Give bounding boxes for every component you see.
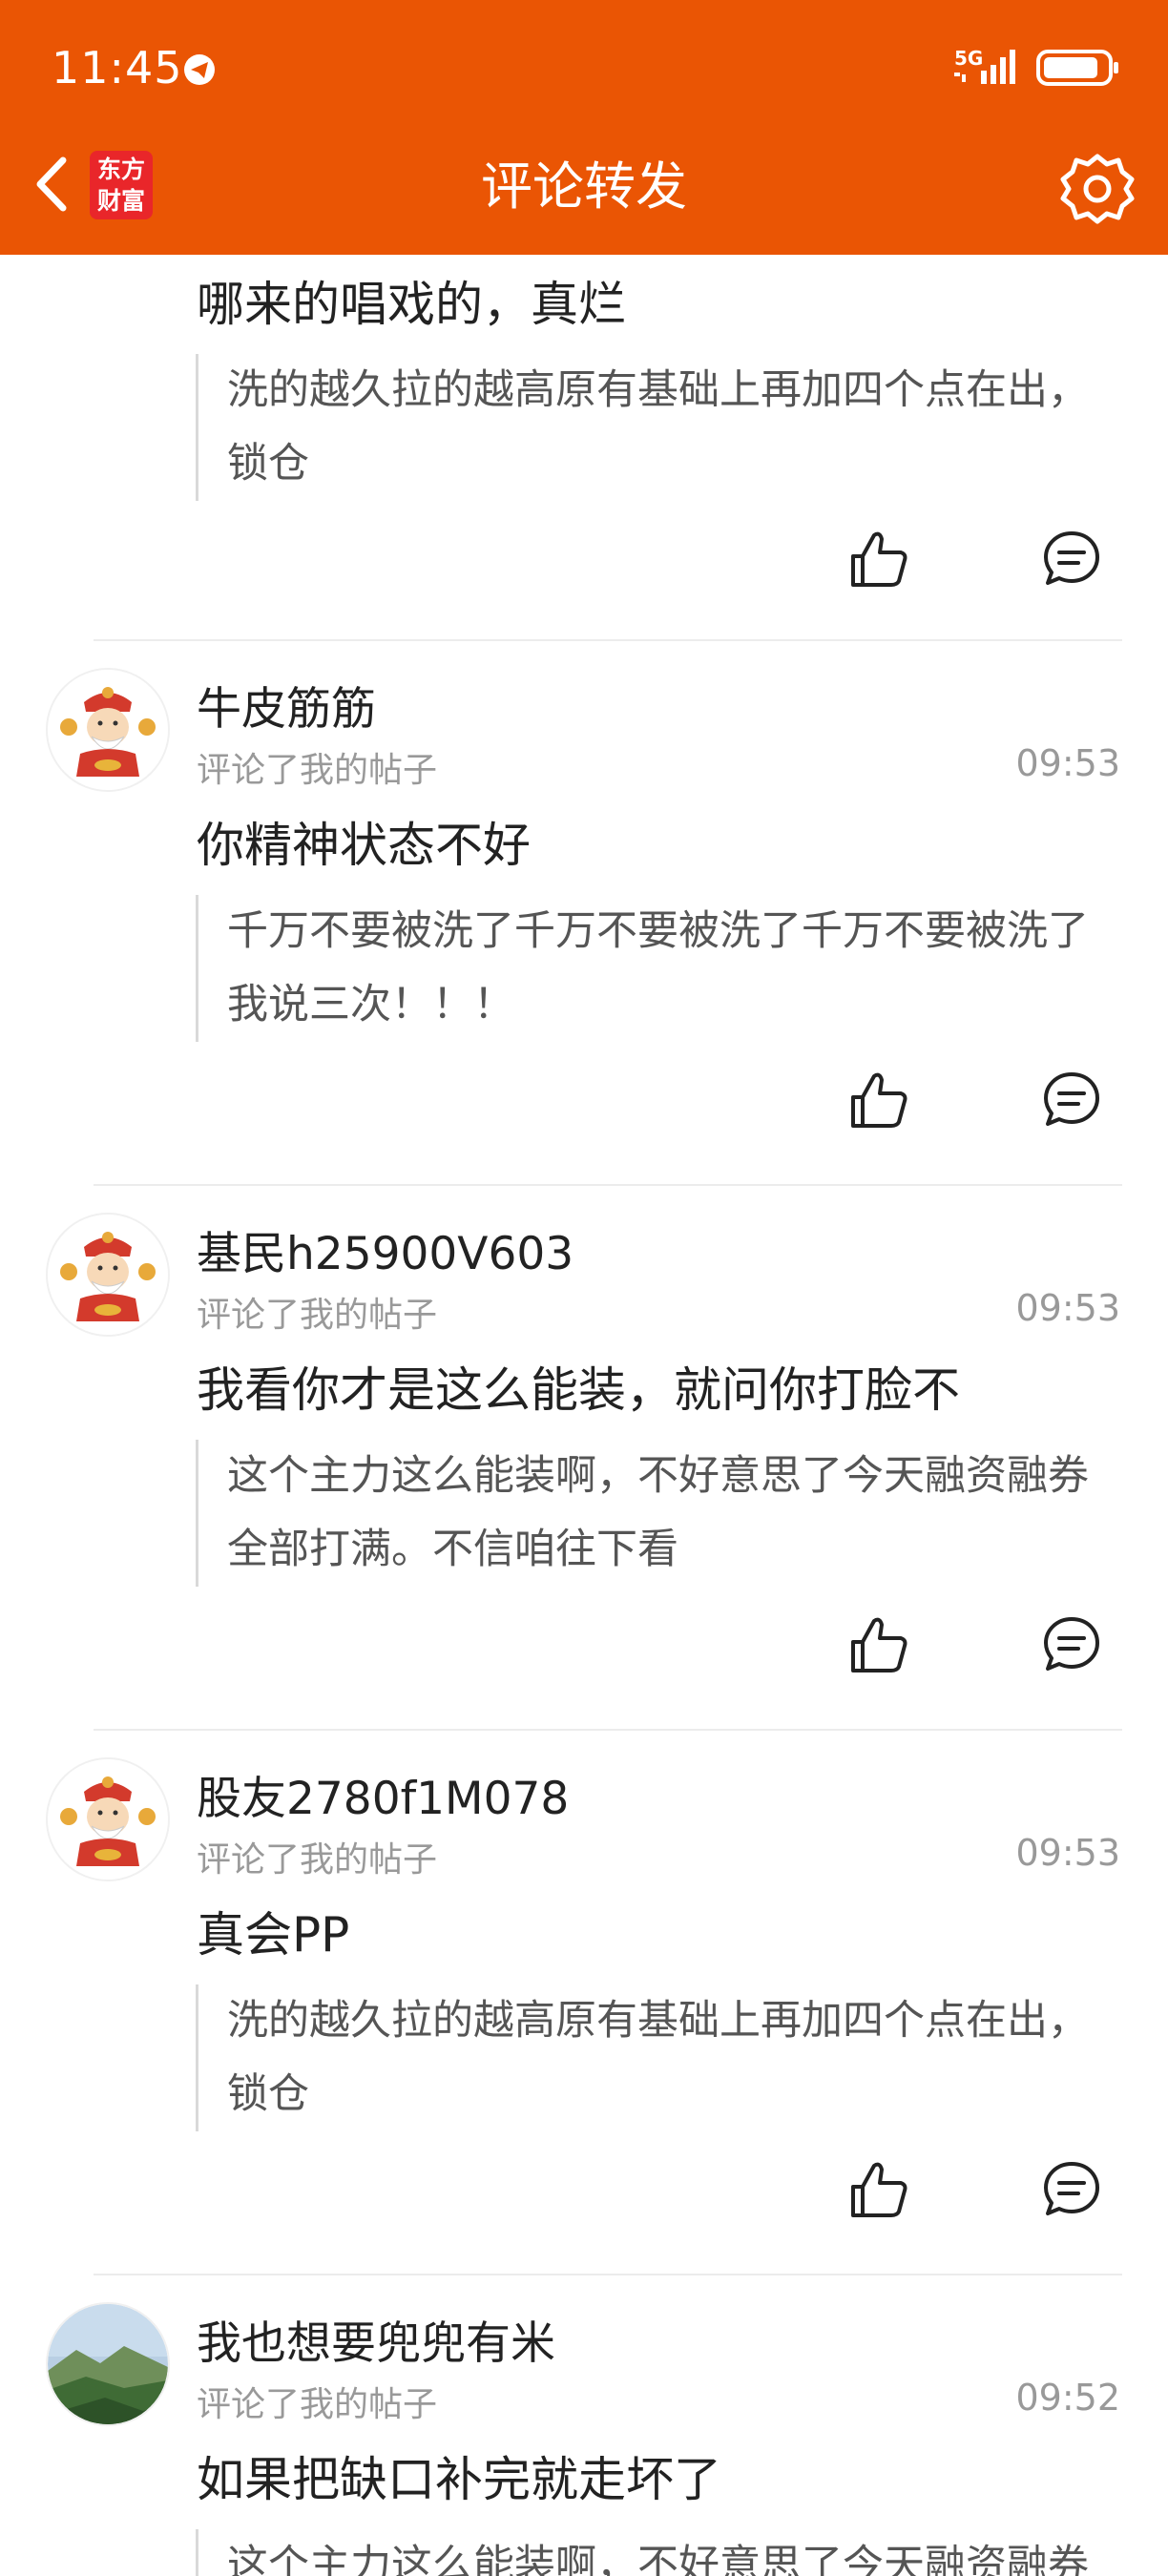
quoted-post[interactable]: 洗的越久拉的越高原有基础上再加四个点在出，锁仓	[196, 1984, 1102, 2131]
comment-time: 09:53	[1015, 1832, 1120, 1874]
fortune-god-avatar-icon	[48, 1759, 168, 1880]
top-bar: 11:45 5G 东方 财富 评论转发	[0, 0, 1168, 255]
comment-reply-text: 我看你才是这么能装，就问你打脸不	[197, 1362, 960, 1418]
username[interactable]: 牛皮筋筋	[197, 672, 376, 737]
landscape-avatar-icon	[48, 2304, 168, 2424]
signal-bar-2	[991, 65, 996, 84]
status-indicators: 5G	[954, 47, 1118, 86]
divider	[94, 1184, 1122, 1186]
username[interactable]: 我也想要兜兜有米	[197, 2306, 555, 2372]
divider	[94, 639, 1122, 641]
status-time: 11:45	[52, 42, 183, 93]
gear-icon[interactable]	[1059, 151, 1136, 227]
comment-bubble-icon[interactable]	[1040, 1069, 1103, 1132]
telegram-icon	[184, 54, 215, 85]
comment-item[interactable]: 股友2780f1M078 评论了我的帖子 09:53 真会PP 洗的越久拉的越高…	[0, 1757, 1168, 2273]
quoted-post[interactable]: 千万不要被洗了千万不要被洗了千万不要被洗了我说三次！！！	[196, 895, 1102, 1042]
avatar[interactable]	[46, 1757, 170, 1881]
fortune-god-avatar-icon	[48, 670, 168, 790]
signal-bar-4	[1010, 50, 1015, 84]
comment-item[interactable]: 牛皮筋筋 评论了我的帖子 09:53 你精神状态不好 千万不要被洗了千万不要被洗…	[0, 668, 1168, 1183]
avatar[interactable]	[46, 1213, 170, 1337]
comment-time: 09:53	[1015, 742, 1120, 784]
comment-action: 评论了我的帖子	[197, 2385, 438, 2424]
username[interactable]: 基民h25900V603	[197, 1216, 574, 1282]
comment-item[interactable]: 基民h25900V603 评论了我的帖子 09:53 我看你才是这么能装，就问你…	[0, 1213, 1168, 1728]
comment-action: 评论了我的帖子	[197, 751, 438, 790]
thumbs-up-icon[interactable]	[847, 1069, 910, 1132]
comment-time: 09:53	[1015, 1287, 1120, 1329]
fortune-god-avatar-icon	[48, 1215, 168, 1335]
avatar[interactable]	[46, 2302, 170, 2426]
avatar[interactable]	[46, 668, 170, 792]
comment-item[interactable]: 我也想要兜兜有米 评论了我的帖子 09:52 如果把缺口补完就走坏了 这个主力这…	[0, 2302, 1168, 2576]
thumbs-up-icon[interactable]	[847, 528, 910, 591]
comment-feed[interactable]: 哪来的唱戏的，真烂 洗的越久拉的越高原有基础上再加四个点在出，锁仓 牛皮筋筋 评…	[0, 255, 1168, 2576]
comment-reply-text: 你精神状态不好	[197, 818, 531, 873]
signal-bar-3	[1000, 57, 1006, 84]
username[interactable]: 股友2780f1M078	[197, 1761, 569, 1827]
quoted-post[interactable]: 这个主力这么能装啊，不好意思了今天融资融券全部打满。不信咱往下看	[196, 2529, 1102, 2576]
comment-bubble-icon[interactable]	[1040, 528, 1103, 591]
comment-item[interactable]: 哪来的唱戏的，真烂 洗的越久拉的越高原有基础上再加四个点在出，锁仓	[0, 255, 1168, 640]
comment-time: 09:52	[1015, 2377, 1120, 2419]
page-title: 评论转发	[481, 156, 687, 217]
quoted-post[interactable]: 洗的越久拉的越高原有基础上再加四个点在出，锁仓	[196, 354, 1102, 501]
divider	[94, 1729, 1122, 1731]
thumbs-up-icon[interactable]	[847, 1613, 910, 1676]
comment-action: 评论了我的帖子	[197, 1296, 438, 1335]
network-label: 5G	[954, 47, 983, 70]
thumbs-up-icon[interactable]	[847, 2158, 910, 2221]
quoted-post[interactable]: 这个主力这么能装啊，不好意思了今天融资融券全部打满。不信咱往下看	[196, 1440, 1102, 1587]
divider	[94, 2274, 1122, 2275]
comment-reply-text: 真会PP	[197, 1907, 350, 1963]
comment-bubble-icon[interactable]	[1040, 1613, 1103, 1676]
comment-reply-text: 如果把缺口补完就走坏了	[197, 2452, 721, 2507]
comment-bubble-icon[interactable]	[1040, 2158, 1103, 2221]
comment-reply-text: 哪来的唱戏的，真烂	[197, 277, 626, 332]
comment-action: 评论了我的帖子	[197, 1840, 438, 1880]
signal-bar-1	[981, 71, 987, 84]
